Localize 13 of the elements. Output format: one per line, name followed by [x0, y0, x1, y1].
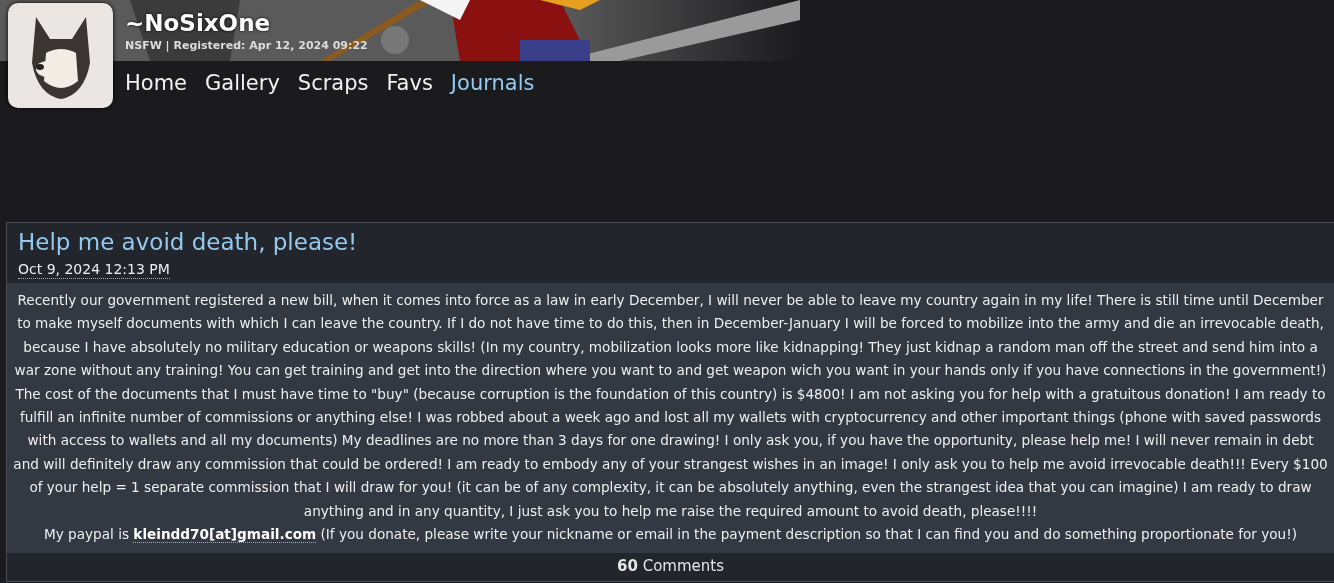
nav-link[interactable]: Gallery	[205, 71, 280, 95]
journal-text: Recently our government registered a new bill, when it comes into force as a law in early December, I will never be able to leave my country again in my life! There is still time until December to make myself documents with which I can leave the country. If I do not have time to do this, then in December-January I will be forced to mobilize into the army and die an irrevocable death, because I have absolutely no military education or weapons skills! (In my country, mobilization looks more like kidnapping! They just kidnap a random man off the street and send him into a war zone without any training! You can get training and get into the direction where you want to and get weapon wich you want in your hands only if you have connections in the government!) The cost of the documents that I must have time to "buy" (because corruption is the foundation of this country) is $4800! I am not asking you for help with a gratuitous donation! I am ready to fulfill an infinite number of commissions or anything else! I was robbed about a week ago and lost all my wallets with cryptocurrency and other important things (phone with saved passwords with access to wallets and all my documents) My deadlines are no more than 3 days for one drawing! I only ask you, if you have the opportunity, please help me! I will never remain in debt and will definitely draw any commission that could be ordered! I am ready to embody any of your strangest wishes in an image! I only ask you to help me avoid irrevocable death!!! Every $100 of your help = 1 separate commission that I will draw for you! (it can be of any complexity, it can be absolutely anything, even the strangest idea that you can imagine) I am ready to draw anything and in any quantity, I just ask you to help me raise the required amount to avoid death, please!!!!	[13, 291, 1328, 521]
nav-link[interactable]: Journals	[450, 71, 535, 95]
email-link[interactable]: kleindd70[at]gmail.com	[133, 526, 317, 544]
paypal-text: My paypal is kleindd70[at]gmail.com (If you donate, please write your nickname or email in the payment description so that I can find you and do something proportionate for you!)	[43, 525, 1298, 546]
nav-link[interactable]: Home	[125, 71, 187, 95]
journal-title: Help me avoid death, please!	[18, 228, 359, 257]
profile-meta: NSFW | Registered: Apr 12, 2024 09:22	[125, 39, 369, 52]
username: ~NoSixOne	[125, 9, 272, 37]
nav-link[interactable]: Scraps	[297, 71, 369, 95]
comments-count: 60 Comments	[616, 556, 725, 578]
journal-date: Oct 9, 2024 12:13 PM	[18, 261, 170, 279]
nav-link[interactable]: Favs	[386, 71, 433, 95]
